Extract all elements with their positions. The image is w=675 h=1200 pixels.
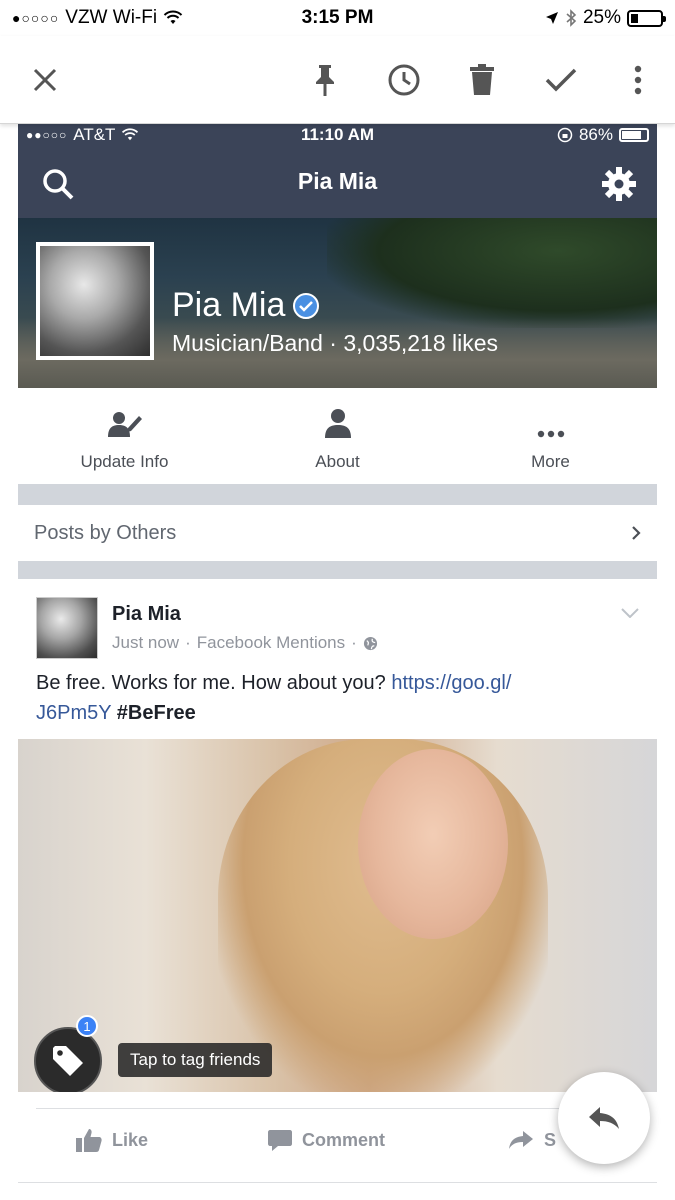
post-time[interactable]: Just now: [112, 633, 179, 653]
delete-button[interactable]: [460, 58, 504, 102]
profile-name: Pia Mia: [172, 286, 286, 324]
snooze-button[interactable]: [382, 58, 426, 102]
post-photo[interactable]: 1 Tap to tag friends: [18, 739, 657, 1092]
more-label: More: [531, 452, 570, 471]
bottom-tab-bar-edge: [18, 1182, 657, 1200]
posts-by-others-row[interactable]: Posts by Others: [18, 505, 657, 561]
done-button[interactable]: [539, 58, 583, 102]
pin-icon: [316, 65, 334, 96]
check-icon: [545, 68, 577, 92]
app-toolbar: [0, 36, 675, 124]
like-button[interactable]: Like: [76, 1114, 148, 1166]
fb-wifi-icon: [122, 128, 139, 141]
fb-battery-icon: [619, 128, 649, 142]
clock-icon: [388, 64, 420, 96]
post-link-part1: https://goo.gl/: [391, 672, 512, 694]
post-header: Pia Mia Just now · Facebook Mentions ·: [18, 579, 657, 659]
post-source[interactable]: Facebook Mentions: [197, 633, 345, 653]
post-text: Be free. Works for me. How about you? ht…: [36, 668, 636, 728]
bluetooth-icon: [566, 9, 577, 27]
post-options-button[interactable]: [621, 605, 639, 623]
fb-status-bar: ●●○○○ AT&T 11:10 AM 86%: [18, 124, 657, 146]
meta-dot: ·: [351, 633, 357, 652]
fb-battery-percent: 86%: [578, 125, 613, 144]
overflow-menu-button[interactable]: [616, 58, 660, 102]
more-vert-icon: [634, 65, 642, 95]
fb-status-left: ●●○○○ AT&T: [26, 125, 139, 145]
fb-carrier: AT&T: [73, 125, 116, 144]
profile-likes: 3,035,218 likes: [343, 330, 499, 356]
cover-trees: [327, 218, 657, 328]
battery-fill: [631, 13, 638, 23]
meta-dot: ·: [185, 633, 191, 652]
about-label: About: [315, 452, 360, 471]
share-label: S: [544, 1129, 557, 1150]
thumbs-up-icon: [76, 1129, 102, 1152]
update-info-label: Update Info: [80, 452, 169, 471]
section-divider: [18, 484, 657, 505]
pin-button[interactable]: [303, 58, 347, 102]
comment-icon: [268, 1130, 292, 1151]
comment-label: Comment: [302, 1129, 386, 1150]
post-author-name[interactable]: Pia Mia: [112, 603, 181, 626]
close-icon: [33, 68, 57, 92]
reply-icon: [589, 1107, 619, 1129]
post-link-part2: J6Pm5Y: [36, 702, 112, 724]
globe-icon: [363, 636, 377, 650]
verified-badge-icon: [293, 292, 320, 319]
facebook-screenshot: ●●○○○ AT&T 11:10 AM 86% Pia Mia Pia Mia …: [18, 124, 657, 1200]
battery-percent: 25%: [582, 7, 621, 28]
profile-separator: ·: [322, 330, 344, 356]
posts-by-others-label: Posts by Others: [34, 521, 177, 544]
wifi-icon: [163, 10, 183, 24]
carrier-label: VZW Wi-Fi: [65, 7, 158, 28]
fb-page-title: Pia Mia: [297, 168, 378, 194]
post-body: Be free. Works for me. How about you?: [36, 672, 392, 694]
tag-count-badge: 1: [76, 1015, 98, 1037]
person-icon: [324, 409, 351, 438]
battery-icon: [627, 9, 666, 27]
chevron-down-icon: [621, 608, 639, 619]
reaction-divider: [36, 1108, 639, 1109]
update-info-button[interactable]: Update Info: [18, 388, 231, 484]
fb-nav-bar: Pia Mia: [18, 146, 657, 218]
photo-face: [358, 749, 508, 939]
tag-icon: [53, 1046, 83, 1076]
post-meta: Just now · Facebook Mentions ·: [112, 633, 378, 653]
section-divider: [18, 561, 657, 579]
gear-icon: [602, 167, 636, 201]
fb-settings-button[interactable]: [599, 164, 639, 204]
comment-button[interactable]: Comment: [268, 1114, 385, 1166]
reply-fab[interactable]: [558, 1072, 650, 1164]
about-button[interactable]: About: [231, 388, 444, 484]
device-status-bar: ●○○○○ VZW Wi-Fi 3:15 PM 25%: [0, 0, 675, 36]
post-author-avatar[interactable]: [36, 597, 98, 659]
signal-dots-icon: ●○○○○: [12, 10, 60, 26]
trash-icon: [470, 64, 494, 95]
chevron-right-icon: [632, 526, 641, 540]
rotation-lock-icon: [557, 127, 573, 143]
status-right: 25%: [545, 7, 666, 29]
fb-signal-dots-icon: ●●○○○: [26, 128, 68, 142]
fb-status-right: 86%: [557, 125, 649, 145]
close-button[interactable]: [23, 58, 67, 102]
post-hashtag[interactable]: #BeFree: [117, 702, 196, 724]
tag-friends-tooltip: Tap to tag friends: [118, 1043, 273, 1077]
like-label: Like: [112, 1129, 149, 1150]
profile-name-row: Pia Mia: [172, 286, 320, 325]
page-actions: Update Info About More: [18, 388, 657, 484]
location-arrow-icon: [545, 12, 558, 24]
fb-battery-fill: [622, 131, 641, 139]
profile-category: Musician/Band: [172, 330, 323, 356]
cover-photo[interactable]: Pia Mia Musician/Band · 3,035,218 likes: [18, 218, 657, 388]
edit-user-icon: [107, 412, 142, 437]
tag-friends-button[interactable]: [34, 1027, 102, 1092]
share-button[interactable]: S: [508, 1114, 556, 1166]
status-left: ●○○○○ VZW Wi-Fi: [12, 7, 183, 29]
more-button[interactable]: More: [444, 388, 657, 484]
share-arrow-icon: [509, 1131, 533, 1149]
more-horiz-icon: [537, 430, 564, 438]
profile-picture[interactable]: [36, 242, 154, 360]
profile-subtitle: Musician/Band · 3,035,218 likes: [172, 330, 498, 357]
